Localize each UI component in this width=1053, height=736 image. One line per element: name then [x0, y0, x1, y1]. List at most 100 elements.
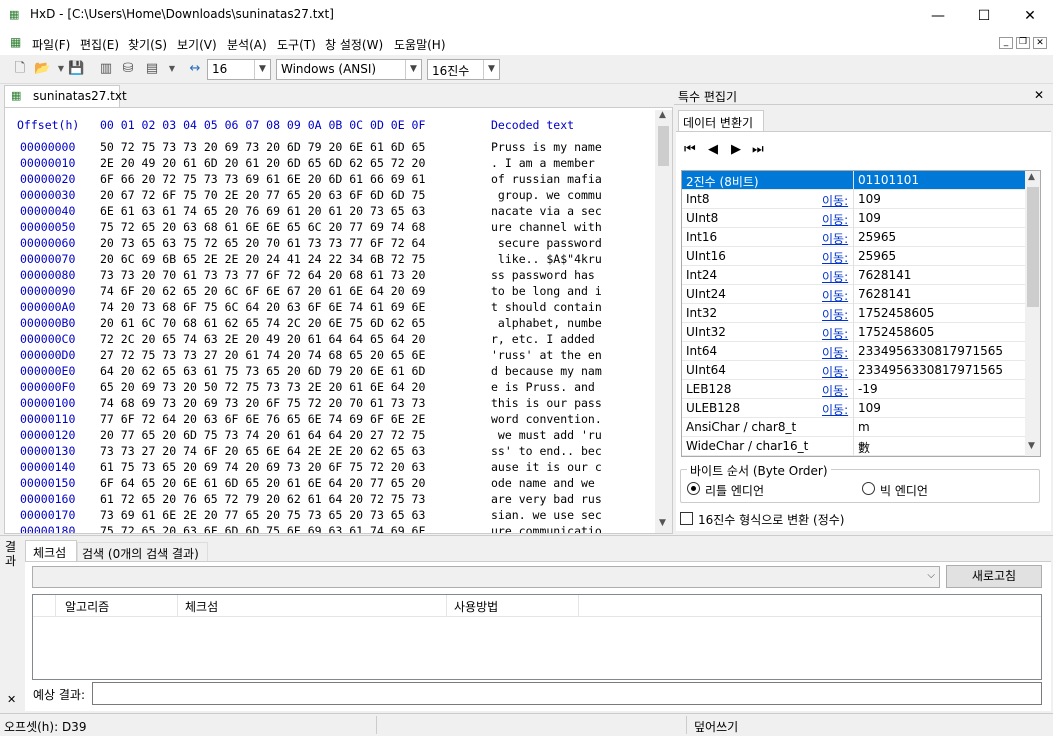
first-icon[interactable]: ⏮ [684, 142, 696, 157]
inspector-value[interactable]: 109 [858, 192, 881, 206]
row-bytes[interactable]: 77 6F 72 64 20 63 6F 6E 76 65 6E 74 69 6… [100, 412, 425, 426]
data-inspector-grid[interactable]: 2진수 (8비트) 01101101 Int8 이동: 109 UInt8 이동: 109 In… [681, 170, 1041, 457]
hex-scrollbar[interactable]: ▲ ▼ [655, 110, 672, 533]
inspector-row[interactable]: Int16 이동: 25965 [682, 228, 1025, 247]
mdi-close-icon[interactable]: ✕ [1033, 37, 1047, 49]
row-decoded-text[interactable]: Pruss is my name [491, 140, 602, 154]
close-window-button[interactable]: ✕ [1007, 0, 1053, 31]
inspector-value[interactable]: 2334956330817971565 [858, 363, 1003, 377]
refresh-button[interactable]: 새로고침 [946, 565, 1042, 588]
row-bytes[interactable]: 74 6F 20 62 65 20 6C 6F 6E 67 20 61 6E 6… [100, 284, 425, 298]
inspector-value[interactable]: 數 [858, 439, 870, 456]
row-decoded-text[interactable]: e is Pruss. and [491, 380, 602, 394]
scroll-up-icon[interactable]: ▲ [659, 110, 666, 120]
row-bytes[interactable]: 73 73 27 20 74 6F 20 65 6E 64 2E 2E 20 6… [100, 444, 425, 458]
row-decoded-text[interactable]: 'russ' at the en [491, 348, 602, 362]
row-decoded-text[interactable]: of russian mafia [491, 172, 602, 186]
menu-help[interactable]: 도움말(H) [394, 36, 446, 53]
row-decoded-text[interactable]: word convention. [491, 412, 602, 426]
new-file-icon[interactable]: 🗋 [12, 61, 28, 77]
scroll-thumb[interactable] [658, 126, 669, 166]
row-decoded-text[interactable]: ause it is our c [491, 460, 602, 474]
inspector-row[interactable]: UInt16 이동: 25965 [682, 247, 1025, 266]
inspector-row[interactable]: 2진수 (8비트) 01101101 [682, 171, 1025, 190]
inspector-value[interactable]: m [858, 420, 870, 434]
inspector-row[interactable]: UInt64 이동: 2334956330817971565 [682, 361, 1025, 380]
column-checksum[interactable]: 체크섬 [185, 598, 218, 615]
goto-link[interactable]: 이동: [822, 382, 848, 399]
goto-link[interactable]: 이동: [822, 363, 848, 380]
inspector-row[interactable]: Int64 이동: 2334956330817971565 [682, 342, 1025, 361]
little-endian-radio[interactable] [687, 482, 700, 495]
inspector-value[interactable]: 109 [858, 211, 881, 225]
inspector-row[interactable]: LEB128 이동: -19 [682, 380, 1025, 399]
row-bytes[interactable]: 74 20 73 68 6F 75 6C 64 20 63 6F 6E 74 6… [100, 300, 425, 314]
row-decoded-text[interactable]: ure communicatio [491, 524, 602, 533]
hex-format-checkbox[interactable] [680, 512, 693, 525]
checksum-table[interactable]: 알고리즘 체크섬 사용방법 [32, 594, 1042, 680]
ram-editor-icon[interactable]: ▥ [98, 61, 114, 77]
menu-window[interactable]: 창 설정(W) [325, 36, 383, 53]
tools-dropdown-icon[interactable]: ▼ [164, 61, 180, 77]
row-decoded-text[interactable]: are very bad rus [491, 492, 602, 506]
inspector-value[interactable]: 1752458605 [858, 325, 934, 339]
row-decoded-text[interactable]: t should contain [491, 300, 602, 314]
maximize-button[interactable]: ☐ [961, 0, 1007, 31]
save-icon[interactable]: 💾 [68, 61, 84, 77]
menu-view[interactable]: 보기(V) [177, 36, 217, 53]
previous-icon[interactable]: ◀ [708, 142, 718, 157]
goto-link[interactable]: 이동: [822, 268, 848, 285]
row-decoded-text[interactable]: . I am a member [491, 156, 602, 170]
row-decoded-text[interactable]: group. we commu [491, 188, 602, 202]
inspector-scrollbar[interactable]: ▲ ▼ [1025, 171, 1040, 456]
scroll-down-icon[interactable]: ▼ [1028, 441, 1035, 451]
goto-link[interactable]: 이동: [822, 230, 848, 247]
open-file-icon[interactable]: 📂 [34, 61, 50, 77]
row-bytes[interactable]: 50 72 75 73 73 20 69 73 20 6D 79 20 6E 6… [100, 140, 425, 154]
inspector-row[interactable]: UInt8 이동: 109 [682, 209, 1025, 228]
row-bytes[interactable]: 20 67 72 6F 75 70 2E 20 77 65 20 63 6F 6… [100, 188, 425, 202]
inspector-value[interactable]: 1752458605 [858, 306, 934, 320]
tab-checksum[interactable]: 체크섬 [25, 540, 77, 561]
inspector-row[interactable]: Int24 이동: 7628141 [682, 266, 1025, 285]
inspector-value[interactable]: 25965 [858, 230, 896, 244]
scroll-up-icon[interactable]: ▲ [1028, 172, 1035, 182]
last-icon[interactable]: ⏭ [752, 142, 764, 157]
row-bytes[interactable]: 20 6C 69 6B 65 2E 2E 20 24 41 24 22 34 6… [100, 252, 425, 266]
row-bytes[interactable]: 20 73 65 63 75 72 65 20 70 61 73 73 77 6… [100, 236, 425, 250]
inspector-value[interactable]: 109 [858, 401, 881, 415]
menu-file[interactable]: 파일(F) [32, 36, 70, 53]
results-close-icon[interactable]: ✕ [7, 693, 16, 706]
row-bytes[interactable]: 74 68 69 73 20 69 73 20 6F 75 72 20 70 6… [100, 396, 425, 410]
inspector-row[interactable]: UInt24 이동: 7628141 [682, 285, 1025, 304]
row-bytes[interactable]: 20 61 6C 70 68 61 62 65 74 2C 20 6E 75 6… [100, 316, 425, 330]
row-bytes[interactable]: 75 72 65 20 63 68 61 6E 6E 65 6C 20 77 6… [100, 220, 425, 234]
charset-select[interactable]: Windows (ANSI) ▼ [276, 59, 422, 80]
tab-search[interactable]: 검색 (0개의 검색 결과) [77, 542, 208, 561]
inspector-row[interactable]: WideChar / char16_t 數 [682, 437, 1025, 456]
row-decoded-text[interactable]: r, etc. I added [491, 332, 602, 346]
row-decoded-text[interactable]: sian. we use sec [491, 508, 602, 522]
big-endian-radio[interactable] [862, 482, 875, 495]
inspector-row[interactable]: ULEB128 이동: 109 [682, 399, 1025, 418]
scroll-thumb[interactable] [1027, 187, 1039, 307]
goto-link[interactable]: 이동: [822, 211, 848, 228]
row-bytes[interactable]: 6F 64 65 20 6E 61 6D 65 20 61 6E 64 20 7… [100, 476, 425, 490]
document-menu-icon[interactable]: ▦ [10, 35, 21, 49]
inspector-value[interactable]: 2334956330817971565 [858, 344, 1003, 358]
mdi-restore-icon[interactable]: ❐ [1016, 37, 1030, 49]
expected-result-input[interactable] [92, 682, 1042, 705]
row-bytes[interactable]: 6E 61 63 61 74 65 20 76 69 61 20 61 20 7… [100, 204, 425, 218]
menu-edit[interactable]: 편집(E) [80, 36, 119, 53]
mdi-minimize-icon[interactable]: _ [999, 37, 1013, 49]
row-decoded-text[interactable]: we must add 'ru [491, 428, 602, 442]
row-bytes[interactable]: 72 2C 20 65 74 63 2E 20 49 20 61 64 64 6… [100, 332, 425, 346]
row-decoded-text[interactable]: secure password [491, 236, 602, 250]
bytes-per-row-select[interactable]: 16 ▼ [207, 59, 271, 80]
open-dropdown-icon[interactable]: ▼ [53, 61, 69, 77]
goto-link[interactable]: 이동: [822, 192, 848, 209]
row-bytes[interactable]: 6F 66 20 72 75 73 73 69 61 6E 20 6D 61 6… [100, 172, 425, 186]
file-info-icon[interactable]: ▤ [144, 61, 160, 77]
hex-format-label[interactable]: 16진수 형식으로 변환 (정수) [698, 511, 844, 528]
row-decoded-text[interactable]: like.. $A$"4kru [491, 252, 602, 266]
